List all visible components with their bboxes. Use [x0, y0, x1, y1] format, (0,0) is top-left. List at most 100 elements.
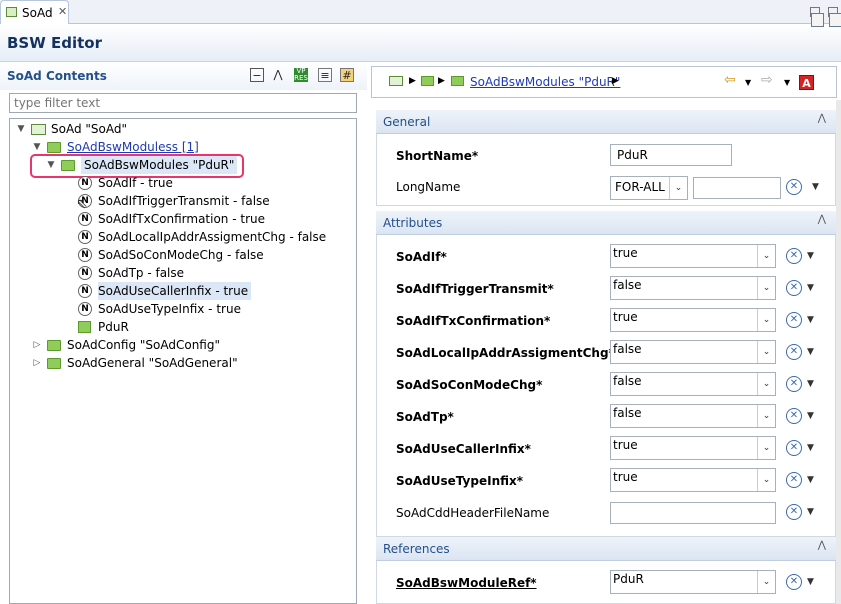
cdd-header-filename-input[interactable] [610, 502, 776, 524]
folder-icon [451, 76, 464, 86]
parameter-icon: N [78, 248, 92, 262]
longname-language-select[interactable]: FOR-ALL ⌄ [610, 176, 688, 200]
chevron-right-icon[interactable]: ▷ [32, 336, 42, 354]
editor-tab-soad[interactable]: SoAd ✕ [0, 0, 69, 24]
module-icon[interactable] [389, 76, 403, 86]
chevron-down-icon[interactable]: ▼ [807, 411, 814, 421]
attr-select[interactable]: false ⌄ [610, 404, 776, 428]
attr-select[interactable]: false ⌄ [610, 340, 776, 364]
chevron-down-icon[interactable]: ▼ [812, 182, 819, 192]
tree-item-label: SoAd "SoAd" [51, 122, 128, 136]
folder-icon [61, 160, 75, 171]
chevron-down-icon[interactable]: ⌄ [757, 245, 775, 267]
chevron-down-icon[interactable]: ▼ [807, 315, 814, 325]
reset-icon[interactable]: ✕ [786, 312, 802, 328]
tree-item-label: SoAdIfTxConfirmation - true [98, 212, 265, 226]
chevron-down-icon[interactable]: ▼ [16, 120, 26, 138]
section-references-header[interactable]: References ⋀ [376, 537, 836, 561]
chevron-down-icon[interactable]: ▼ [807, 475, 814, 485]
vertical-scrollbar[interactable] [836, 100, 841, 604]
grid-icon[interactable]: # [340, 68, 354, 82]
section-attributes-header[interactable]: Attributes ⋀ [376, 211, 836, 235]
shortname-input[interactable]: PduR [610, 144, 732, 166]
chevron-down-icon[interactable]: ⌄ [757, 437, 775, 459]
attr-label: SoAdIfTriggerTransmit* [396, 282, 554, 296]
collapse-icon[interactable]: ⋀ [818, 214, 826, 225]
attr-select[interactable]: true ⌄ [610, 308, 776, 332]
select-value: false [613, 278, 642, 292]
tree-item-label: PduR [98, 320, 129, 334]
vp-res-icon[interactable]: VP RES [294, 68, 308, 82]
chevron-down-icon[interactable]: ▼ [745, 78, 751, 87]
autosar-icon[interactable]: A [799, 75, 814, 90]
contents-header: SoAd Contents [0, 62, 367, 90]
shortname-label: ShortName* [396, 149, 479, 163]
chevron-down-icon[interactable]: ▼ [807, 347, 814, 357]
chevron-down-icon[interactable]: ⌄ [757, 341, 775, 363]
close-icon[interactable]: ✕ [58, 5, 67, 18]
reset-icon[interactable]: ✕ [786, 248, 802, 264]
longname-input[interactable] [693, 177, 781, 199]
attr-select[interactable]: false ⌄ [610, 276, 776, 300]
document-icon[interactable]: ≡ [318, 68, 332, 82]
validate-icon[interactable] [811, 13, 824, 27]
reset-icon[interactable]: ✕ [786, 440, 802, 456]
ref-label[interactable]: SoAdBswModuleRef* [396, 576, 537, 590]
folder-icon [47, 358, 61, 369]
hierarchy-icon[interactable]: ⋀ [271, 68, 285, 82]
chevron-down-icon[interactable]: ⌄ [757, 469, 775, 491]
collapse-all-icon[interactable]: − [250, 68, 264, 82]
longname-label: LongName [396, 180, 461, 194]
collapse-icon[interactable]: ⋀ [818, 540, 826, 551]
reset-icon[interactable]: ✕ [786, 472, 802, 488]
chevron-down-icon[interactable]: ⌄ [757, 373, 775, 395]
back-arrow-icon[interactable]: ⇦ [724, 72, 736, 88]
collapse-icon[interactable]: ⋀ [818, 113, 826, 124]
attr-select[interactable]: true ⌄ [610, 436, 776, 460]
reset-icon[interactable]: ✕ [786, 280, 802, 296]
attr-label: SoAdUseTypeInfix* [396, 474, 524, 488]
chevron-down-icon[interactable]: ▼ [807, 283, 814, 293]
attr-label: SoAdTp* [396, 410, 454, 424]
attr-select[interactable]: true ⌄ [610, 468, 776, 492]
attr-label: SoAdIfTxConfirmation* [396, 314, 551, 328]
reset-icon[interactable]: ✕ [786, 179, 802, 195]
chevron-down-icon[interactable]: ▼ [807, 251, 814, 261]
chevron-down-icon[interactable]: ⌄ [757, 405, 775, 427]
chevron-down-icon[interactable]: ⌄ [757, 277, 775, 299]
ref-select[interactable]: PduR ⌄ [610, 570, 776, 594]
chevron-down-icon[interactable]: ⌄ [757, 571, 775, 593]
select-value: true [613, 310, 638, 324]
reset-icon[interactable]: ✕ [786, 376, 802, 392]
select-value: false [613, 406, 642, 420]
parameter-icon: N [78, 176, 92, 190]
section-title: General [383, 115, 431, 129]
section-general-header[interactable]: General ⋀ [376, 110, 836, 134]
chevron-down-icon[interactable]: ▼ [46, 156, 56, 174]
folder-icon [47, 340, 61, 351]
module-icon [6, 7, 17, 17]
forward-arrow-icon[interactable]: ⇨ [761, 72, 773, 88]
reset-icon[interactable]: ✕ [786, 408, 802, 424]
attr-select[interactable]: true ⌄ [610, 244, 776, 268]
folder-icon[interactable] [421, 76, 434, 86]
reset-icon[interactable]: ✕ [786, 574, 802, 590]
attr-select[interactable]: false ⌄ [610, 372, 776, 396]
tree-item-label: SoAdGeneral "SoAdGeneral" [67, 356, 238, 370]
reset-icon[interactable]: ✕ [786, 344, 802, 360]
chevron-down-icon[interactable]: ⌄ [757, 309, 775, 331]
chevron-down-icon[interactable]: ▼ [807, 507, 814, 517]
chevron-down-icon[interactable]: ▼ [807, 379, 814, 389]
parameter-icon: N [78, 230, 92, 244]
select-value: false [613, 342, 642, 356]
help-icon[interactable] [829, 13, 841, 27]
chevron-right-icon[interactable]: ▷ [32, 354, 42, 372]
breadcrumb-item[interactable]: SoAdBswModules "PduR" [470, 75, 620, 89]
chevron-down-icon[interactable]: ▼ [807, 443, 814, 453]
breadcrumb-separator-icon: ▶ [612, 76, 619, 86]
chevron-down-icon[interactable]: ⌄ [669, 177, 687, 199]
chevron-down-icon[interactable]: ▼ [784, 78, 790, 87]
chevron-down-icon[interactable]: ▼ [807, 577, 814, 587]
filter-input[interactable] [9, 93, 357, 113]
reset-icon[interactable]: ✕ [786, 504, 802, 520]
